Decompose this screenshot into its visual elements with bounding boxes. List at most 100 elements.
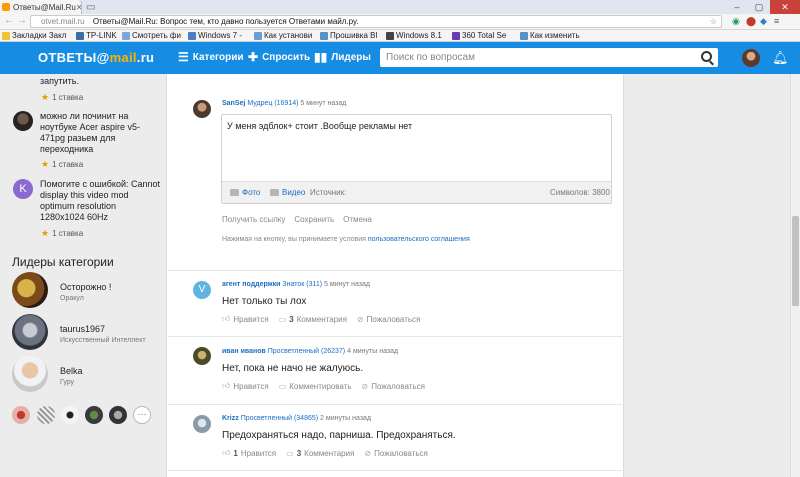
nav-ask[interactable]: ✚ Спросить [248, 50, 310, 64]
close-tab-icon[interactable]: ✕ [76, 3, 81, 12]
bookmark-icon [520, 31, 528, 40]
author-rank: Просветленный (34865) [240, 415, 319, 422]
sidebar-question-text[interactable]: запутить. [40, 76, 162, 87]
url-host: otvet.mail.ru [41, 17, 85, 26]
bookmark-item[interactable]: TP-LINK [76, 31, 117, 40]
author-name[interactable]: иван иванов [222, 348, 266, 355]
author-name[interactable]: агент поддержки [222, 281, 280, 288]
author-name[interactable]: SanSej [222, 100, 245, 107]
browser-tab[interactable]: Ответы@Mail.Ru ✕ [0, 0, 82, 14]
terms-note: Нажимая на кнопку, вы принимаете условия… [222, 236, 470, 243]
photo-icon [230, 189, 239, 196]
leader-mini-avatar[interactable] [85, 406, 103, 424]
forward-icon[interactable]: → [17, 15, 27, 26]
bookmark-item[interactable]: Как изменить [520, 31, 580, 40]
thumbs-up-icon: 👍︎ [222, 448, 231, 457]
cancel-button[interactable]: Отмена [343, 215, 372, 224]
back-icon[interactable]: ← [4, 15, 14, 26]
question-author-avatar[interactable]: K [13, 179, 33, 199]
thumbs-up-icon: 👍︎ [222, 314, 231, 323]
like-button[interactable]: 👍︎ Нравится [222, 314, 269, 324]
bookmark-item[interactable]: 360 Total Se [452, 31, 506, 40]
get-link-button[interactable]: Получить ссылку [222, 215, 285, 224]
search-icon[interactable] [701, 51, 712, 62]
answer-author-avatar[interactable] [193, 347, 211, 365]
comments-button[interactable]: ▭ 3 Комментария [286, 449, 354, 458]
question-author-avatar[interactable] [13, 111, 33, 131]
bookmark-item[interactable]: Windows 8.1 [386, 31, 442, 40]
divider [168, 404, 624, 405]
site-logo[interactable]: ОТВЕТЫ@mail.ru [38, 50, 154, 65]
report-button[interactable]: ⊘ Пожаловаться [357, 315, 420, 324]
bell-icon[interactable]: 🔔︎ [772, 50, 789, 66]
more-leaders-button[interactable]: ··· [133, 406, 151, 424]
sidebar-question-text[interactable]: можно ли починит на ноутбуке Acer aspire… [40, 111, 162, 155]
extension-icon[interactable]: ◉ [732, 16, 740, 27]
answer-actions: 👍︎ Нравится ▭ 3 Комментария ⊘ Пожаловаться [222, 314, 430, 324]
leader-mini-avatar[interactable] [61, 406, 79, 424]
leader-mini-avatar[interactable] [109, 406, 127, 424]
search-input[interactable]: Поиск по вопросам [380, 48, 718, 67]
bookmark-item[interactable]: Смотреть фи [122, 31, 181, 40]
leader-rank: Искусственный Интеллект [60, 337, 146, 344]
bookmark-icon [122, 31, 130, 40]
page-scrollbar[interactable] [790, 74, 800, 477]
report-button[interactable]: ⊘ Пожаловаться [362, 382, 425, 391]
save-button[interactable]: Сохранить [294, 215, 334, 224]
question-rating: ★ 1 ставка [41, 159, 84, 169]
scrollbar-thumb[interactable] [792, 216, 799, 306]
like-button[interactable]: 👍︎ 1 Нравится [222, 448, 276, 458]
extension-icon-2[interactable]: ◆ [760, 16, 767, 27]
bookmark-item[interactable]: Прошивка Bl [320, 31, 377, 40]
new-tab-button[interactable]: ▭ [86, 2, 95, 13]
leader-mini-avatar[interactable] [12, 406, 30, 424]
leader-mini-avatar[interactable] [37, 406, 55, 424]
leader-avatar[interactable] [12, 356, 48, 392]
photo-button[interactable]: Фото [230, 188, 260, 197]
site-header: ОТВЕТЫ@mail.ru ☰ Категории ✚ Спросить ▮▮ Ли… [0, 42, 800, 74]
address-bar[interactable]: otvet.mail.ru Ответы@Mail.Ru: Вопрос тем… [30, 15, 722, 28]
nav-leaders[interactable]: ▮▮ Лидеры [314, 50, 371, 64]
sidebar-question-text[interactable]: Помогите с ошибкой: Cannot display this … [40, 179, 162, 223]
user-avatar[interactable] [742, 49, 760, 67]
answer-text: Нет только ты лох [222, 296, 307, 307]
author-name[interactable]: Krizz [222, 415, 239, 422]
maximize-icon[interactable]: ▢ [748, 0, 770, 14]
minimize-icon[interactable]: – [726, 0, 748, 14]
adblock-icon[interactable]: ⬤ [746, 16, 756, 27]
answer-text: Предохраняться надо, парниша. Предохраня… [222, 430, 456, 441]
like-button[interactable]: 👍︎ Нравится [222, 381, 269, 391]
bookmark-icon [2, 31, 10, 40]
bookmark-item[interactable]: Как установи [254, 31, 312, 40]
tab-title: Ответы@Mail.Ru [13, 2, 76, 12]
video-button[interactable]: Видео [270, 188, 305, 197]
bookmark-item[interactable]: Windows 7 - [188, 31, 242, 40]
answer-actions: 👍︎ Нравится ▭ Комментировать ⊘ Пожаловаться [222, 381, 435, 391]
bookmark-icon [452, 31, 460, 40]
question-rating: ★ 1 ставка [41, 228, 84, 238]
leader-name[interactable]: taurus1967 [60, 324, 105, 334]
nav-categories[interactable]: ☰ Категории [178, 50, 244, 64]
editor-text[interactable]: У меня эдблок+ стоит .Вообще рекламы нет [227, 121, 412, 131]
answer-author-avatar[interactable] [193, 415, 211, 433]
leader-avatar[interactable] [12, 314, 48, 350]
terms-link[interactable]: пользовательского соглашения [368, 236, 470, 243]
author-rank: Мудрец (16914) [247, 100, 299, 107]
bookmark-star-icon[interactable]: ☆ [710, 16, 717, 27]
comments-button[interactable]: ▭ 3 Комментария [279, 315, 347, 324]
close-window-icon[interactable]: ✕ [770, 0, 800, 14]
bookmark-item[interactable]: Закладки Закл [2, 31, 66, 40]
leader-avatar[interactable] [12, 272, 48, 308]
report-button[interactable]: ⊘ Пожаловаться [364, 449, 427, 458]
comments-button[interactable]: ▭ Комментировать [279, 382, 352, 391]
answer-editor[interactable]: У меня эдблок+ стоит .Вообще рекламы нет… [221, 114, 612, 204]
answer-meta: агент поддержки Знаток (311) 5 минут наз… [222, 281, 370, 288]
answer-author-avatar[interactable] [193, 100, 211, 118]
answer-time: 5 минут назад [324, 281, 370, 288]
menu-icon[interactable]: ≡ [774, 16, 779, 26]
source-label[interactable]: Источник: [310, 188, 346, 197]
answer-author-avatar[interactable]: V [193, 281, 211, 299]
bookmark-icon [254, 31, 262, 40]
leader-name[interactable]: Осторожно ! [60, 282, 111, 292]
leader-name[interactable]: Belka [60, 366, 83, 376]
